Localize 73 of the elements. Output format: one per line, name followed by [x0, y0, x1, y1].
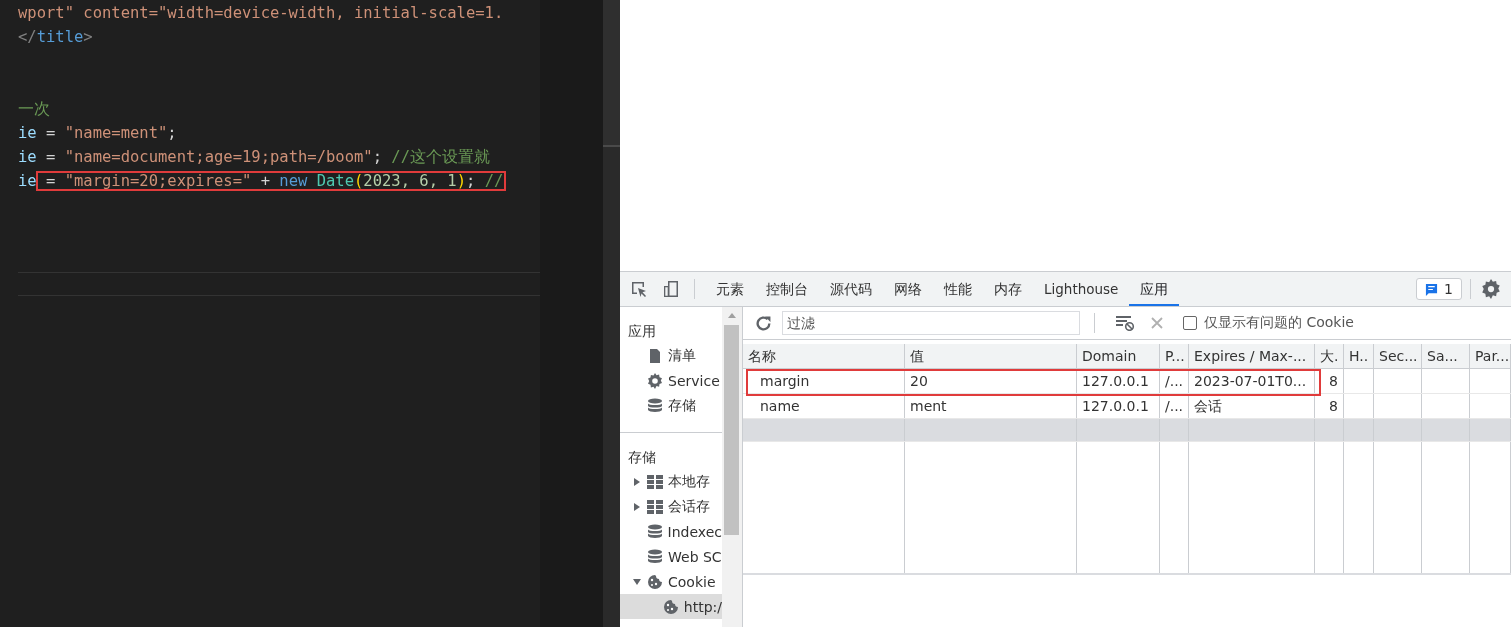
table-cell: 8 [1329, 398, 1338, 414]
column-header[interactable]: 大. [1315, 344, 1344, 368]
table-cell: 127.0.0.1 [1082, 398, 1149, 414]
code-line: ie = "margin=20;expires=" + new Date(2023, 6, 1); // [18, 171, 507, 192]
column-header[interactable]: Expires / Max-... [1189, 344, 1315, 368]
cookie-icon [647, 573, 663, 590]
panel-tab[interactable]: 应用 [1129, 272, 1180, 306]
column-header[interactable]: 值 [905, 344, 1077, 368]
panel-tab[interactable]: 源代码 [819, 272, 883, 306]
table-cell: /... [1165, 398, 1184, 414]
database-icon [647, 548, 663, 565]
table-cell: 8 [1329, 373, 1338, 389]
table-cell: /... [1165, 373, 1184, 389]
refresh-icon[interactable] [755, 314, 772, 332]
panel-tab[interactable]: 内存 [983, 272, 1033, 306]
collapsed-triangle-icon[interactable] [633, 477, 641, 486]
sidebar-item[interactable]: Cookie [620, 569, 722, 594]
table-icon [647, 473, 663, 490]
code-line: ie = "name=ment"; [18, 123, 178, 144]
table-cell: margin [760, 373, 810, 389]
file-icon [647, 347, 663, 364]
highlighted-table-row[interactable]: margin 20 127.0.0.1 /... 2023-07-01T0... 8 [743, 369, 1511, 394]
panel-tab[interactable]: 网络 [883, 272, 933, 306]
collapsed-triangle-icon[interactable] [633, 502, 641, 511]
panel-tab[interactable]: Lighthouse [1033, 272, 1130, 306]
sidebar-item[interactable]: 会话存 [620, 494, 722, 519]
panel-tab[interactable]: 控制台 [755, 272, 819, 306]
issue-count: 1 [1444, 281, 1453, 297]
cookie-icon [662, 598, 679, 615]
issues-button[interactable]: 1 [1416, 278, 1462, 300]
code-line: wport" content="width=device-width, initial-scale=1. [18, 3, 505, 24]
highlight-box: = "margin=20;expires=" + new Date(2023, 6, 1); // [36, 172, 506, 190]
column-header[interactable]: Domain [1077, 344, 1160, 368]
column-header[interactable]: 名称 [743, 344, 905, 368]
code-line: ie = "name=document;age=19;path=/boom"; //这个设置就 [18, 147, 491, 168]
column-header[interactable]: Par... [1470, 344, 1511, 368]
inspect-icon[interactable] [630, 280, 648, 298]
scrollbar[interactable] [603, 0, 620, 627]
table-icon [647, 498, 663, 515]
section-heading: 应用 [627, 322, 657, 341]
column-header[interactable]: H.. [1344, 344, 1374, 368]
sidebar-item[interactable]: http:/ [620, 594, 722, 619]
table-cell: 127.0.0.1 [1082, 373, 1149, 389]
database-icon [646, 523, 663, 540]
settings-icon[interactable] [1481, 279, 1501, 299]
table-cell: 20 [910, 373, 928, 389]
panel-tab[interactable]: 元素 [705, 272, 755, 306]
table-cell: name [760, 398, 800, 414]
code-line: 一次 [18, 99, 51, 120]
column-header[interactable]: Sec... [1374, 344, 1422, 368]
scrollbar[interactable] [722, 307, 742, 627]
gear-icon [647, 372, 663, 389]
panel-tab[interactable]: 性能 [933, 272, 983, 306]
table-cell: 2023-07-01T0... [1194, 373, 1307, 389]
filter-field[interactable]: 过滤 [782, 311, 1080, 335]
section-heading: 存储 [627, 448, 657, 467]
device-toolbar-icon[interactable] [662, 280, 680, 298]
message-icon [1425, 282, 1439, 296]
sidebar-item[interactable]: Indexec [620, 519, 722, 544]
sidebar-item[interactable]: Service [620, 368, 722, 393]
database-icon [647, 397, 663, 414]
column-header[interactable]: P... [1160, 344, 1189, 368]
sidebar-item[interactable]: 本地存 [620, 469, 722, 494]
sidebar-item[interactable]: 清单 [620, 343, 722, 368]
table-cell: ment [910, 398, 947, 414]
table-cell: 会话 [1194, 398, 1222, 414]
only-issues-checkbox[interactable]: 仅显示有问题的 Cookie [1183, 314, 1354, 332]
expanded-triangle-icon[interactable] [633, 577, 641, 586]
column-header[interactable]: Sa... [1422, 344, 1470, 368]
clear-filtered-icon[interactable] [1115, 315, 1135, 331]
sidebar-item[interactable]: 存储 [620, 393, 722, 418]
sidebar-item[interactable]: Web SC [620, 544, 722, 569]
code-line: </title> [18, 27, 94, 48]
